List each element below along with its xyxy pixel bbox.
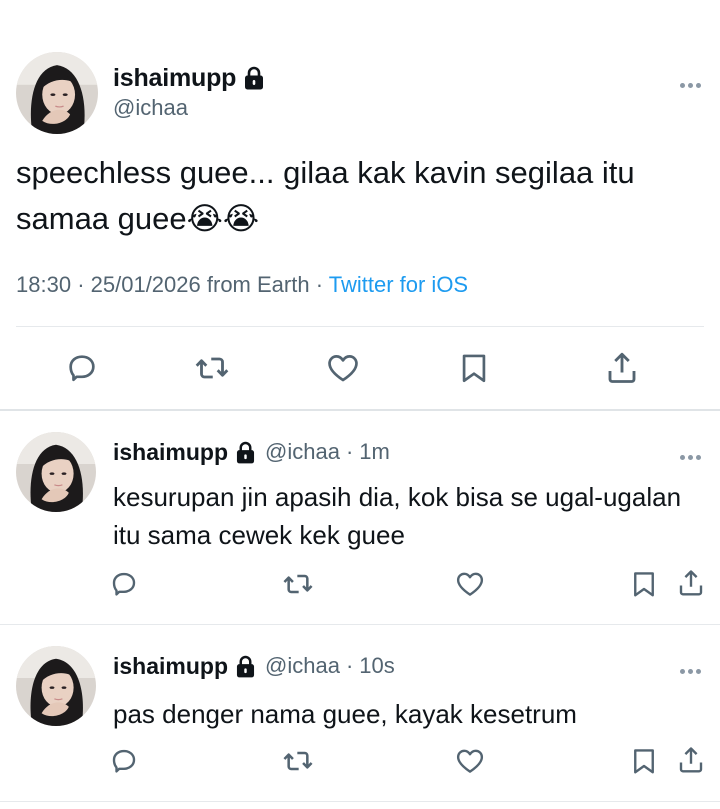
retweet-button[interactable] [194, 350, 230, 386]
meta-separator: · [345, 653, 354, 678]
meta-separator: · [315, 272, 324, 297]
main-tweet: ishaimupp @ichaa speechless guee... gila… [0, 0, 720, 410]
avatar[interactable] [16, 432, 96, 512]
tweet-time: 18:30 [16, 272, 72, 297]
divider [16, 326, 704, 327]
lock-icon [236, 655, 255, 678]
reply-button[interactable] [64, 350, 100, 386]
more-icon[interactable] [680, 447, 706, 460]
reply-button[interactable] [108, 745, 140, 777]
lock-icon [244, 66, 264, 90]
retweet-icon [282, 745, 314, 777]
reply-icon [109, 569, 139, 599]
reply-tweet[interactable]: ishaimupp @ichaa · 1m kesurupan jin apas… [0, 411, 720, 624]
author-name-row: ishaimupp @ichaa · 1m [113, 437, 390, 467]
tweet-text: kesurupan jin apasih dia, kok bisa se ug… [113, 482, 682, 550]
like-button[interactable] [454, 745, 486, 777]
tweet-time: 10s [359, 653, 395, 678]
reply-icon [109, 746, 139, 776]
share-icon [676, 745, 706, 775]
share-button[interactable] [675, 744, 707, 776]
share-button[interactable] [675, 567, 707, 599]
heart-icon [455, 569, 485, 599]
share-icon [604, 350, 640, 386]
retweet-button[interactable] [282, 745, 314, 777]
author-name[interactable]: ishaimupp [113, 439, 228, 466]
meta-separator: · [345, 439, 354, 464]
author-handle[interactable]: @ichaa [265, 439, 340, 465]
more-icon[interactable] [680, 661, 706, 674]
tweet-text: speechless guee... gilaa kak kavin segil… [16, 155, 635, 236]
tweet-text: pas denger nama guee, kayak kesetrum [113, 699, 577, 729]
reply-button[interactable] [108, 568, 140, 600]
bookmark-button[interactable] [456, 350, 492, 386]
tweet-location: from Earth [206, 272, 310, 297]
meta-separator: · [77, 272, 85, 297]
bookmark-icon [629, 746, 659, 776]
author-name-row: ishaimupp @ichaa · 10s [113, 651, 395, 681]
tweet-time: 1m [359, 439, 390, 464]
bookmark-button[interactable] [628, 745, 660, 777]
tweet-meta: 18:30 · 25/01/2026 from Earth · Twitter … [16, 272, 468, 298]
author-handle[interactable]: @ichaa [265, 653, 340, 679]
author-handle[interactable]: @ichaa [113, 95, 188, 121]
share-icon [676, 568, 706, 598]
author-name[interactable]: ishaimupp [113, 653, 228, 680]
more-icon[interactable] [680, 75, 706, 88]
bookmark-icon [629, 569, 659, 599]
bookmark-icon [457, 351, 491, 385]
retweet-button[interactable] [282, 568, 314, 600]
heart-icon [326, 351, 360, 385]
avatar[interactable] [16, 646, 96, 726]
like-button[interactable] [325, 350, 361, 386]
retweet-icon [282, 568, 314, 600]
reply-tweet[interactable]: ishaimupp @ichaa · 10s pas denger nama g… [0, 625, 720, 801]
retweet-icon [194, 349, 230, 387]
author-name[interactable]: ishaimupp [113, 64, 236, 93]
avatar[interactable] [16, 52, 98, 134]
tweet-date: 25/01/2026 [90, 272, 201, 297]
author-name-row: ishaimupp [113, 62, 264, 94]
divider [0, 801, 720, 802]
heart-icon [455, 746, 485, 776]
reply-icon [65, 351, 99, 385]
tweet-source-link[interactable]: Twitter for iOS [329, 272, 468, 297]
share-button[interactable] [604, 350, 640, 386]
lock-icon [236, 441, 255, 464]
like-button[interactable] [454, 568, 486, 600]
bookmark-button[interactable] [628, 568, 660, 600]
